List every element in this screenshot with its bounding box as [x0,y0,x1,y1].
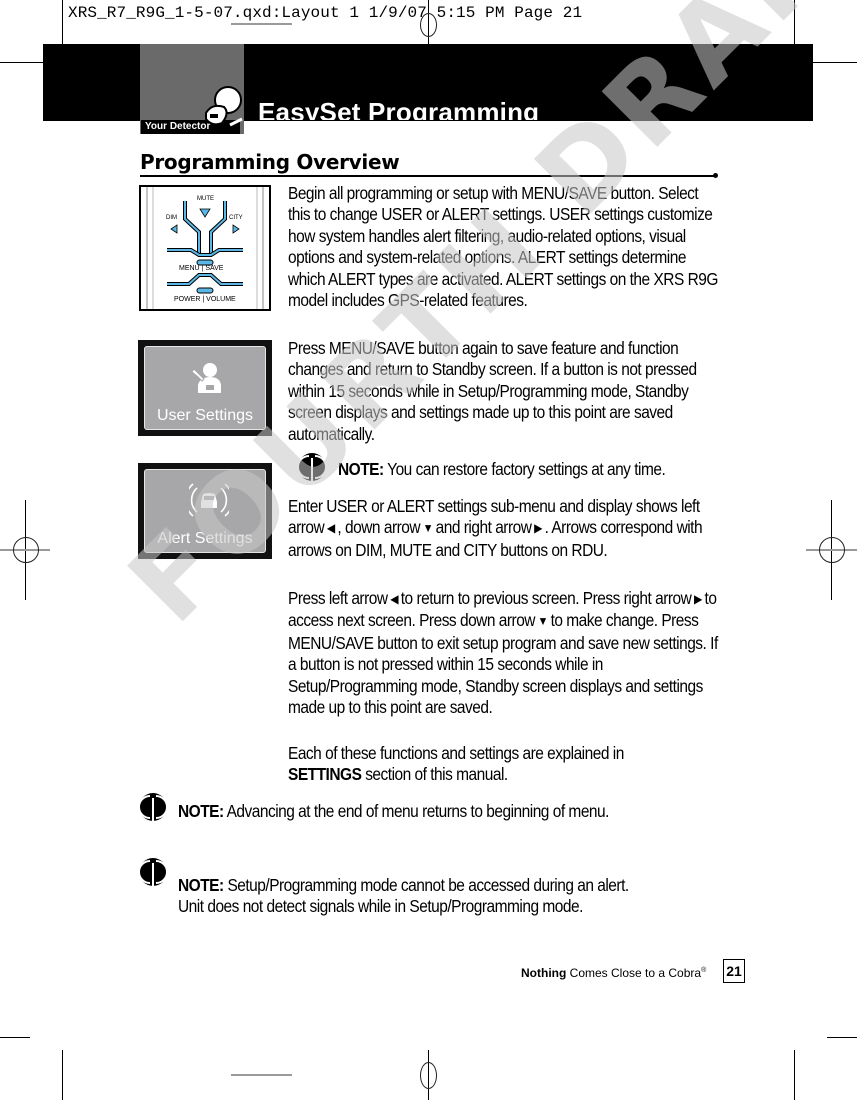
user-settings-screen: User Settings [138,340,272,436]
down-arrow-icon: ▼ [422,521,434,536]
rdu-label-menu-save: MENU | SAVE [179,265,224,272]
user-wrench-icon [191,363,221,393]
left-arrow-icon: ◀ [326,521,335,536]
text-run: section of this manual. [361,764,508,785]
detector-icon [205,86,243,127]
registration-line [231,23,292,25]
note-text: Setup/Programming mode cannot be accesse… [223,875,629,895]
registration-mark [13,537,39,563]
rdu-label-dim: DIM [166,215,177,221]
note-text: You can restore factory settings at any … [383,459,666,479]
paragraph-save: Press MENU/SAVE button again to save fea… [288,338,697,444]
down-arrow-icon: ▼ [537,614,549,629]
text-run: Press left arrow [288,588,388,608]
settings-reference: SETTINGS [288,764,362,785]
note-label: NOTE: [178,801,224,821]
rdu-label-mute: MUTE [197,196,214,202]
note-restore: NOTE: You can restore factory settings a… [338,459,666,480]
note-text: Advancing at the end of menu returns to … [223,801,610,821]
note-icon [297,453,327,482]
rdu-label-city: CITY [229,215,243,221]
crop-mark [62,0,63,46]
note-text: Unit does not detect signals while in Se… [178,896,583,917]
note-advancing: NOTE: Advancing at the end of menu retur… [178,801,609,822]
note-label: NOTE: [338,459,384,479]
registration-line [231,1074,292,1076]
note-alert-mode: NOTE: Setup/Programming mode cannot be a… [178,875,629,918]
rdu-label-power-volume: POWER | VOLUME [174,296,236,303]
section-title: Programming Overview [140,150,400,174]
crop-mark [794,1050,795,1100]
car-alert-icon [189,483,229,517]
crop-mark [794,0,795,44]
right-arrow-icon: ▶ [693,592,702,606]
paragraph-intro: Begin all programming or setup with MENU… [288,183,718,311]
alert-settings-label: Alert Settings [157,530,253,547]
crop-mark [0,62,43,63]
right-arrow-icon: ▶ [534,521,542,536]
alert-settings-screen: Alert Settings [138,463,272,559]
left-arrow-icon: ◀ [390,592,399,606]
registration-mark [420,13,437,37]
print-slug: XRS_R7_R9G_1-5-07.qxd:Layout 1 1/9/07 5:… [68,4,583,22]
section-rule-dot [713,173,718,178]
page-number: 21 [723,959,745,983]
note-label: NOTE: [178,875,224,895]
user-settings-label: User Settings [156,407,254,424]
crop-mark [0,1037,30,1038]
paragraph-arrows: Enter USER or ALERT settings sub-menu an… [288,496,720,561]
crop-mark [62,1050,63,1100]
registration-mark [420,1062,437,1089]
note-icon [138,793,168,822]
footer-text: Comes Close to a Cobra [566,966,702,980]
footer-bold: Nothing [521,966,567,980]
text-run: , down arrow [337,517,421,538]
paragraph-navigation: Press left arrow ◀ to return to previous s… [288,588,720,718]
registration-mark [819,537,845,563]
note-icon [138,858,168,887]
text-run: Each of these functions and settings are… [288,743,624,763]
text-run: and right arrow [435,517,532,538]
footer-tagline: Nothing Comes Close to a Cobra® [521,966,706,980]
paragraph-reference: Each of these functions and settings are… [288,743,720,786]
section-rule [140,175,715,177]
page-header-title: EasySet Programming [258,97,540,120]
text-run: to return to previous screen. Press righ… [400,588,692,608]
crop-mark [813,62,857,63]
rdu-buttons-illustration: MUTE DIM CITY MENU | SAVE POWER | VOLUME [139,185,271,311]
registered-mark: ® [701,967,707,974]
crop-mark [827,1037,857,1038]
